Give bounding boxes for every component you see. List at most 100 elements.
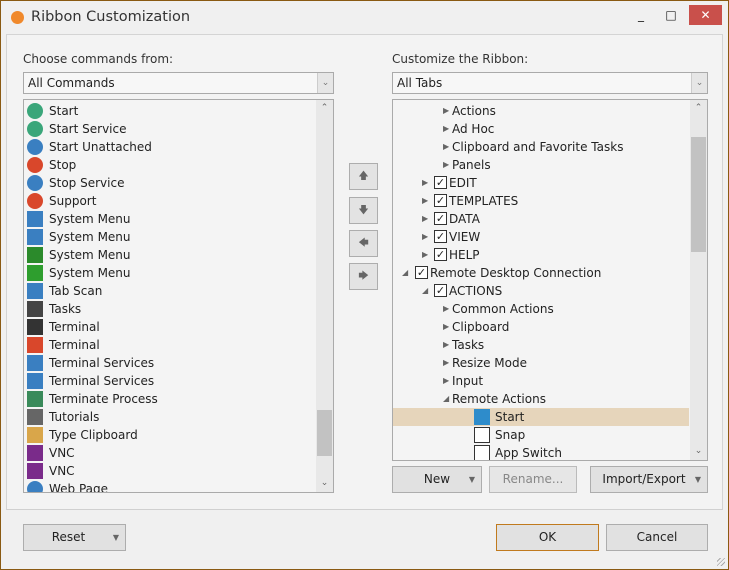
maximize-button[interactable]: □	[661, 5, 681, 25]
checkbox-checked[interactable]: ✓	[434, 248, 447, 261]
collapsed-arrow-icon[interactable]: ▶	[443, 156, 449, 174]
collapsed-arrow-icon[interactable]: ▶	[422, 174, 428, 192]
tree-item-label: App Switch	[495, 446, 562, 460]
expanded-arrow-icon[interactable]: ◢	[443, 390, 449, 408]
command-item[interactable]: Web Page	[24, 480, 314, 492]
collapsed-arrow-icon[interactable]: ▶	[422, 228, 428, 246]
rename-button[interactable]: Rename...	[489, 466, 577, 493]
checkbox-checked[interactable]: ✓	[434, 194, 447, 207]
resize-grip[interactable]	[717, 558, 725, 566]
ribbon-tree-item[interactable]: ▶ Actions	[393, 102, 689, 120]
command-item[interactable]: Terminal	[24, 336, 314, 354]
scroll-up-arrow-icon[interactable]: ⌃	[316, 100, 333, 117]
tree-item-label: VIEW	[449, 230, 481, 244]
command-item[interactable]: Start	[24, 102, 314, 120]
commands-source-select[interactable]: All Commands ⌄	[23, 72, 334, 94]
collapsed-arrow-icon[interactable]: ▶	[443, 336, 449, 354]
console-icon	[27, 301, 43, 317]
import-export-button[interactable]: Import/Export ▼	[590, 466, 708, 493]
close-button[interactable]: ✕	[689, 5, 722, 25]
command-item[interactable]: System Menu	[24, 210, 314, 228]
ribbon-tree-item[interactable]: ▶ ✓ EDIT	[393, 174, 689, 192]
command-item[interactable]: VNC	[24, 444, 314, 462]
ribbon-tree-item[interactable]: Snap	[393, 426, 689, 444]
command-item[interactable]: Terminate Process	[24, 390, 314, 408]
ribbon-tree-item[interactable]: ▶ Clipboard	[393, 318, 689, 336]
collapsed-arrow-icon[interactable]: ▶	[443, 318, 449, 336]
command-item[interactable]: Stop	[24, 156, 314, 174]
ribbon-tree-item[interactable]: Start	[393, 408, 689, 426]
scroll-thumb[interactable]	[317, 410, 332, 456]
commands-scrollbar[interactable]: ⌃ ⌄	[316, 100, 333, 492]
collapsed-arrow-icon[interactable]: ▶	[443, 300, 449, 318]
ribbon-tree-item[interactable]: ▶ ✓ HELP	[393, 246, 689, 264]
checkbox-checked[interactable]: ✓	[434, 284, 447, 297]
ribbon-tree-item[interactable]: ▶ Common Actions	[393, 300, 689, 318]
scroll-up-arrow-icon[interactable]: ⌃	[690, 100, 707, 117]
remove-button[interactable]: 🡄	[349, 230, 378, 257]
command-item[interactable]: Start Service	[24, 120, 314, 138]
scroll-thumb[interactable]	[691, 137, 706, 252]
collapsed-arrow-icon[interactable]: ▶	[443, 138, 449, 156]
ok-button[interactable]: OK	[496, 524, 599, 551]
command-item[interactable]: Tab Scan	[24, 282, 314, 300]
command-item[interactable]: System Menu	[24, 246, 314, 264]
ribbon-tree-item[interactable]: ▶ Resize Mode	[393, 354, 689, 372]
network-window-icon	[27, 373, 43, 389]
ribbon-tree-item[interactable]: ▶ Ad Hoc	[393, 120, 689, 138]
scroll-down-arrow-icon[interactable]: ⌄	[690, 443, 707, 460]
command-item[interactable]: Type Clipboard	[24, 426, 314, 444]
chevron-down-icon[interactable]: ⌄	[691, 73, 707, 93]
command-item[interactable]: Terminal Services	[24, 354, 314, 372]
collapsed-arrow-icon[interactable]: ▶	[443, 354, 449, 372]
add-button[interactable]: 🡆	[349, 263, 378, 290]
reset-button[interactable]: Reset ▼	[23, 524, 126, 551]
ribbon-tree-item[interactable]: ▶ Clipboard and Favorite Tasks	[393, 138, 689, 156]
ribbon-tree-item[interactable]: ▶ ✓ TEMPLATES	[393, 192, 689, 210]
command-item[interactable]: System Menu	[24, 228, 314, 246]
command-item[interactable]: Tasks	[24, 300, 314, 318]
ribbon-tabs-select[interactable]: All Tabs ⌄	[392, 72, 708, 94]
chevron-down-icon[interactable]: ⌄	[317, 73, 333, 93]
ribbon-tree-item[interactable]: App Switch	[393, 444, 689, 460]
caret-down-icon: ▼	[112, 533, 119, 542]
checkbox-checked[interactable]: ✓	[434, 212, 447, 225]
window-play-icon	[27, 139, 43, 155]
ribbon-tree-item[interactable]: ▶ Tasks	[393, 336, 689, 354]
command-item[interactable]: Terminal	[24, 318, 314, 336]
collapsed-arrow-icon[interactable]: ▶	[422, 192, 428, 210]
minimize-button[interactable]: _	[631, 5, 651, 25]
commands-list[interactable]: Web Page VNC VNC Type Clipboard Tutorials Ter…	[23, 99, 334, 493]
ribbon-tree-item[interactable]: ▶ ✓ VIEW	[393, 228, 689, 246]
checkbox-checked[interactable]: ✓	[434, 230, 447, 243]
command-item[interactable]: Terminal Services	[24, 372, 314, 390]
new-button[interactable]: New ▼	[392, 466, 482, 493]
command-item[interactable]: System Menu	[24, 264, 314, 282]
collapsed-arrow-icon[interactable]: ▶	[443, 102, 449, 120]
collapsed-arrow-icon[interactable]: ▶	[422, 210, 428, 228]
ribbon-tree-item[interactable]: ◢ Remote Actions	[393, 390, 689, 408]
command-item[interactable]: Support	[24, 192, 314, 210]
command-item[interactable]: Tutorials	[24, 408, 314, 426]
collapsed-arrow-icon[interactable]: ▶	[422, 246, 428, 264]
ribbon-tree-item[interactable]: ◢ ✓ Remote Desktop Connection	[393, 264, 689, 282]
ribbon-tree[interactable]: App Switch Snap Start ◢ Remote Actions ▶ Input…	[392, 99, 708, 461]
checkbox-checked[interactable]: ✓	[434, 176, 447, 189]
ribbon-tree-item[interactable]: ◢ ✓ ACTIONS	[393, 282, 689, 300]
ribbon-tree-scrollbar[interactable]: ⌃ ⌄	[690, 100, 707, 460]
cancel-button[interactable]: Cancel	[606, 524, 708, 551]
scroll-down-arrow-icon[interactable]: ⌄	[316, 475, 333, 492]
collapsed-arrow-icon[interactable]: ▶	[443, 120, 449, 138]
checkbox-checked[interactable]: ✓	[415, 266, 428, 279]
ribbon-tree-item[interactable]: ▶ ✓ DATA	[393, 210, 689, 228]
command-item[interactable]: Stop Service	[24, 174, 314, 192]
command-item[interactable]: VNC	[24, 462, 314, 480]
move-up-button[interactable]: 🡅	[349, 163, 378, 190]
move-down-button[interactable]: 🡇	[349, 197, 378, 224]
expanded-arrow-icon[interactable]: ◢	[402, 264, 408, 282]
collapsed-arrow-icon[interactable]: ▶	[443, 372, 449, 390]
command-item[interactable]: Start Unattached	[24, 138, 314, 156]
expanded-arrow-icon[interactable]: ◢	[422, 282, 428, 300]
ribbon-tree-item[interactable]: ▶ Input	[393, 372, 689, 390]
ribbon-tree-item[interactable]: ▶ Panels	[393, 156, 689, 174]
